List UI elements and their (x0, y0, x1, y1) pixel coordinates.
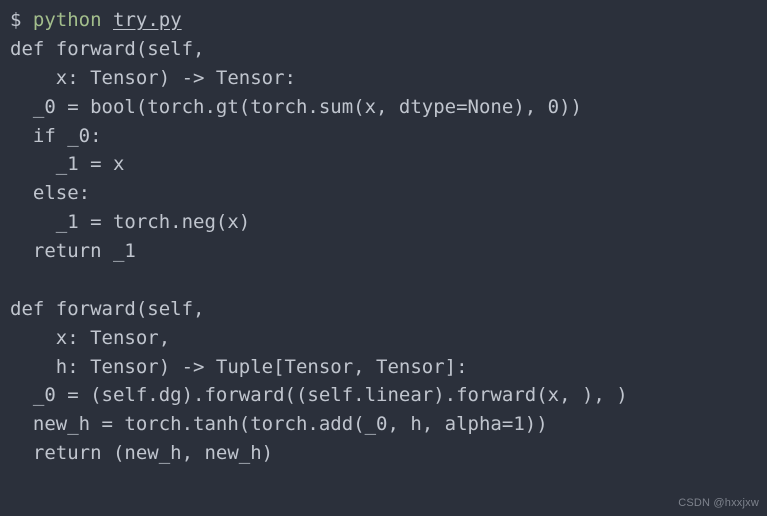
command-interpreter: python (33, 9, 102, 31)
shell-prompt: $ (10, 9, 21, 31)
terminal-output: $ python try.py def forward(self, x: Ten… (10, 6, 757, 468)
code-output-block-2: def forward(self, x: Tensor, h: Tensor) … (10, 298, 628, 464)
command-file: try.py (113, 9, 182, 31)
code-output-block-1: def forward(self, x: Tensor) -> Tensor: … (10, 38, 582, 262)
watermark-text: CSDN @hxxjxw (678, 495, 759, 512)
